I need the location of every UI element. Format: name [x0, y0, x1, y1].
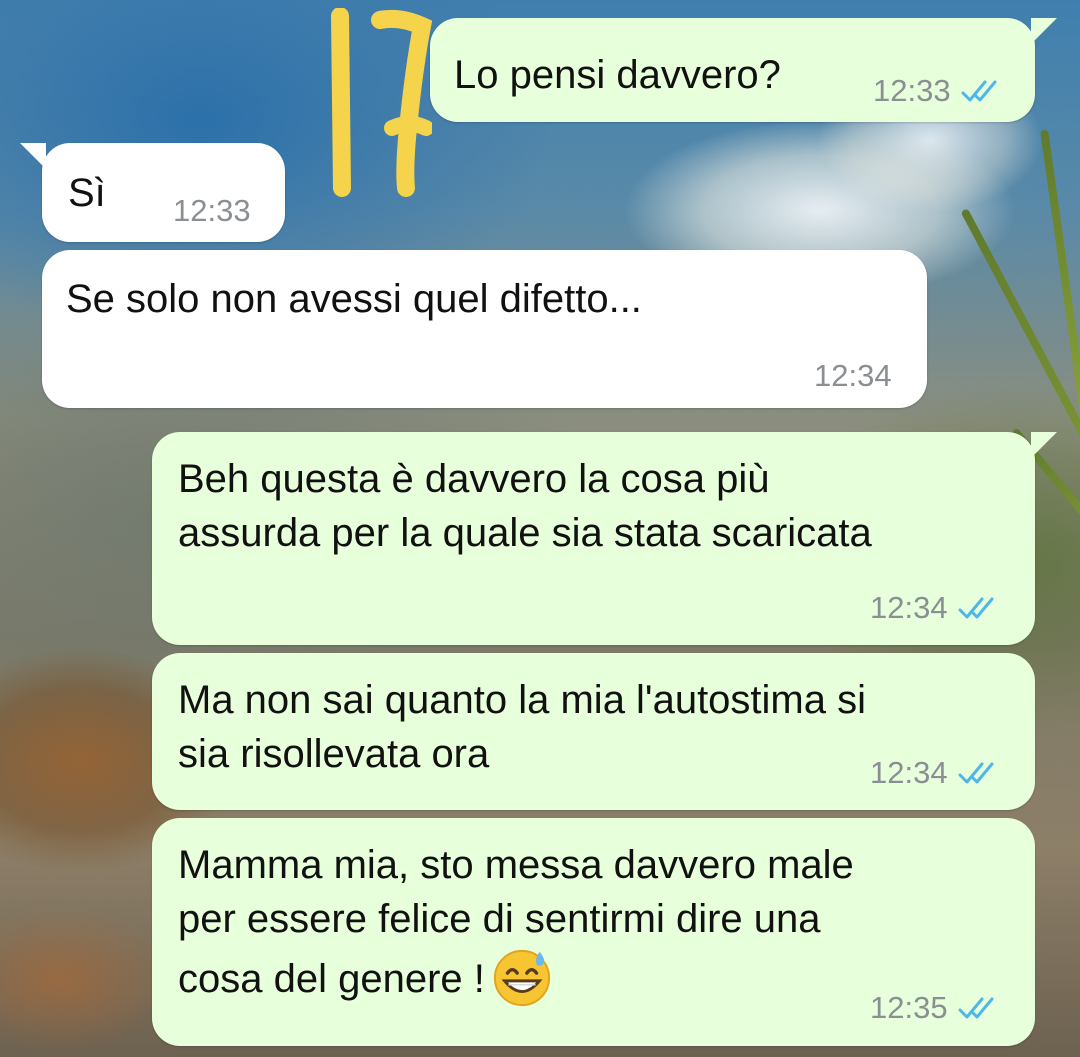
message-text: Se solo non avessi quel difetto... — [66, 277, 642, 321]
message-bubble-incoming[interactable]: Se solo non avessi quel difetto... 12:34 — [42, 250, 927, 408]
message-time: 12:33 — [873, 73, 951, 108]
bubble-tail — [1031, 18, 1057, 44]
message-meta: 12:34 — [870, 755, 1004, 791]
message-bubble-outgoing[interactable]: Mamma mia, sto messa davvero male per es… — [152, 818, 1035, 1046]
message-text: Sì — [68, 171, 106, 215]
double-check-read-icon — [958, 762, 994, 784]
message-time: 12:33 — [173, 193, 251, 228]
double-check-read-icon — [958, 597, 994, 619]
message-bubble-outgoing[interactable]: Beh questa è davvero la cosa più assurda… — [152, 432, 1057, 645]
double-check-read-icon — [961, 80, 997, 102]
bubble-tail — [20, 143, 46, 169]
message-bubble-incoming[interactable]: Sì 12:33 — [20, 143, 285, 242]
message-meta: 12:34 — [814, 358, 892, 394]
message-meta: 12:34 — [870, 590, 1004, 626]
message-text: Ma non sai quanto la mia l'autostima si … — [178, 678, 866, 776]
double-check-read-icon — [958, 997, 994, 1019]
message-time: 12:34 — [814, 358, 892, 393]
message-time: 12:35 — [870, 990, 948, 1025]
message-meta: 12:33 — [173, 193, 251, 229]
highlighter-scribble — [331, 8, 432, 197]
message-time: 12:34 — [870, 755, 948, 790]
grinning-face-with-sweat-emoji — [493, 949, 550, 1007]
message-meta: 12:35 — [870, 990, 1004, 1026]
message-text: Mamma mia, sto messa davvero male per es… — [178, 838, 854, 1008]
message-text: Beh questa è davvero la cosa più assurda… — [178, 457, 872, 555]
message-time: 12:34 — [870, 590, 948, 625]
message-bubble-outgoing[interactable]: Ma non sai quanto la mia l'autostima si … — [152, 653, 1035, 810]
message-text: Lo pensi davvero? — [454, 53, 781, 97]
message-bubble-outgoing[interactable]: Lo pensi davvero? 12:33 — [430, 18, 1057, 122]
message-meta: 12:33 — [873, 73, 1007, 109]
bubble-tail — [1031, 432, 1057, 458]
